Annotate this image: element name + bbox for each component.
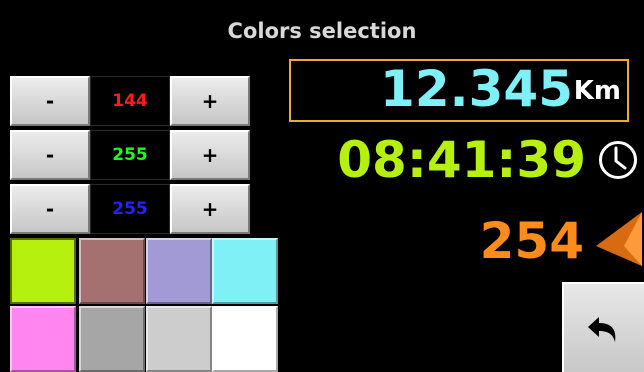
heading-value: 254 [479,212,584,270]
color-swatch[interactable] [10,238,76,304]
back-arrow-icon [588,317,616,342]
back-button[interactable] [562,282,644,372]
color-swatch[interactable] [79,238,145,304]
direction-arrow-icon [596,212,642,266]
color-swatch[interactable] [146,306,212,372]
blue-value: 255 [90,184,170,234]
time-value: 08:41:39 [337,131,586,189]
red-minus-button[interactable]: - [10,76,90,126]
distance-display: 12.345 Km [289,59,629,122]
blue-minus-button[interactable]: - [10,184,90,234]
green-value: 255 [90,130,170,180]
red-channel-row: - 144 + [10,76,252,130]
color-swatch[interactable] [212,306,278,372]
blue-channel-row: - 255 + [10,184,252,238]
red-value: 144 [90,76,170,126]
green-channel-row: - 255 + [10,130,252,184]
distance-value: 12.345 [380,60,573,118]
clock-icon [599,141,637,179]
green-plus-button[interactable]: + [170,130,250,180]
color-swatch[interactable] [79,306,145,372]
color-swatch[interactable] [10,306,76,372]
color-swatch[interactable] [146,238,212,304]
green-minus-button[interactable]: - [10,130,90,180]
red-plus-button[interactable]: + [170,76,250,126]
blue-plus-button[interactable]: + [170,184,250,234]
title-bar: Colors selection [0,0,644,62]
color-swatch[interactable] [212,238,278,304]
page-title: Colors selection [227,19,417,43]
distance-unit: Km [573,76,621,106]
